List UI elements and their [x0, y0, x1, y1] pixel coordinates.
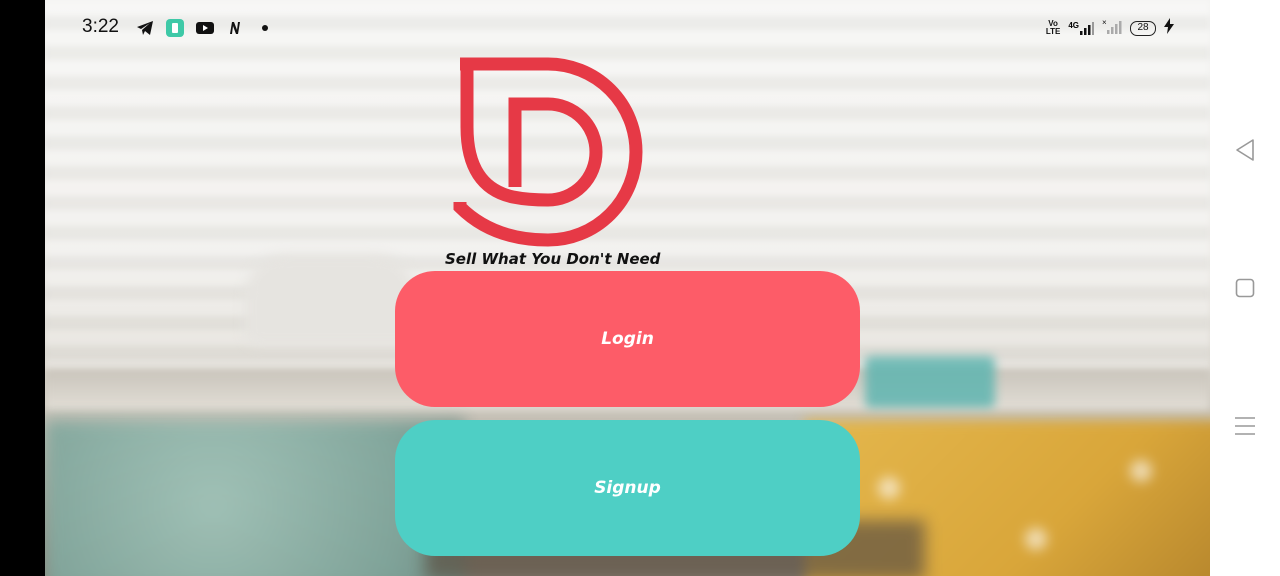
background-box [865, 356, 995, 408]
tagline: Sell What You Don't Need [445, 250, 661, 268]
charging-icon [1164, 18, 1174, 38]
network-label: 4G [1068, 21, 1079, 30]
dot-icon [255, 18, 275, 38]
status-right-icons: Vo LTE 4G × 28 [1046, 18, 1174, 38]
status-time: 3:22 [82, 16, 119, 37]
n-app-icon [225, 18, 245, 38]
volte-icon: Vo LTE [1046, 20, 1061, 36]
navigation-bar [1210, 0, 1280, 576]
status-left-icons [135, 18, 275, 38]
login-button[interactable]: Login [395, 271, 860, 407]
telegram-icon [135, 18, 155, 38]
d-logo [453, 57, 643, 247]
signup-button[interactable]: Signup [395, 420, 860, 556]
menu-icon[interactable] [1232, 413, 1258, 439]
app-icon [165, 18, 185, 38]
home-icon[interactable] [1232, 275, 1258, 301]
back-icon[interactable] [1232, 137, 1258, 163]
battery-icon: 28 [1130, 20, 1156, 36]
screen-border [0, 0, 45, 576]
youtube-icon [195, 18, 215, 38]
status-bar: 3:22 Vo LTE 4G × 28 [45, 0, 1210, 56]
background-lamp [245, 255, 415, 345]
signal-4g-icon: 4G [1068, 21, 1094, 35]
app-screen: 3:22 Vo LTE 4G × 28 Sell What You Don't … [45, 0, 1210, 576]
volte-label-bottom: LTE [1045, 27, 1061, 36]
signal-empty-icon: × [1102, 18, 1122, 38]
svg-text:×: × [1102, 18, 1107, 27]
